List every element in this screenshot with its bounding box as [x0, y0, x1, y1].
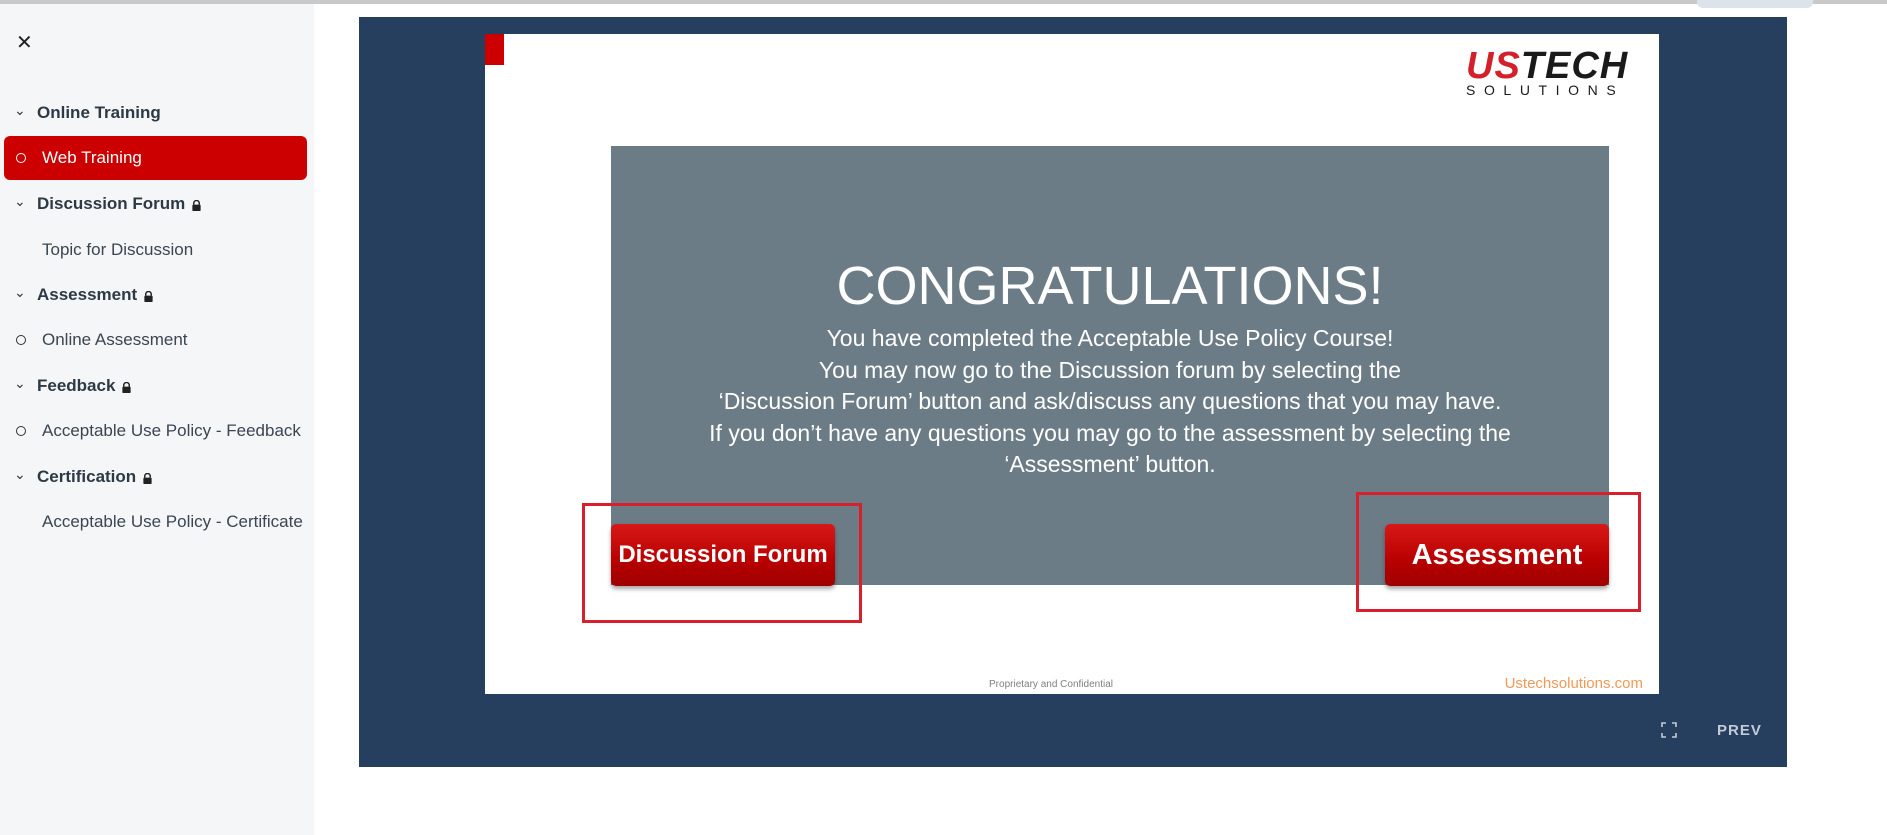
close-icon[interactable]: ✕: [16, 33, 33, 53]
section-label: Certification: [37, 467, 137, 486]
sidebar-item-label: Online Assessment: [42, 330, 188, 349]
top-right-tab[interactable]: [1697, 0, 1813, 8]
chevron-down-icon: [14, 287, 28, 304]
sidebar-item-aup-certificate[interactable]: Acceptable Use Policy - Certificate: [4, 500, 307, 544]
message-line: If you don’t have any questions you may …: [709, 419, 1511, 446]
section-label: Discussion Forum: [37, 194, 186, 213]
radio-icon: [16, 153, 26, 163]
logo-tech: TECH: [1520, 45, 1629, 87]
chevron-down-icon: [14, 196, 28, 213]
completion-message: You have completed the Acceptable Use Po…: [611, 323, 1609, 481]
congrats-heading: CONGRATULATIONS!: [836, 256, 1384, 316]
section-discussion-forum[interactable]: Discussion Forum: [14, 192, 202, 216]
section-label: Feedback: [37, 376, 116, 395]
sidebar-item-aup-feedback[interactable]: Acceptable Use Policy - Feedback: [4, 409, 307, 453]
message-line: ‘Discussion Forum’ button and ask/discus…: [718, 388, 1502, 414]
section-online-training[interactable]: Online Training: [14, 101, 161, 125]
lock-icon: [192, 199, 201, 211]
section-feedback[interactable]: Feedback: [14, 374, 132, 398]
message-line: You may now go to the Discussion forum b…: [818, 356, 1402, 383]
lock-icon: [122, 381, 132, 393]
chevron-down-icon: [14, 378, 28, 395]
slide-corner-accent: [485, 34, 504, 65]
section-certification[interactable]: Certification: [14, 465, 153, 489]
sidebar-item-label: Acceptable Use Policy - Feedback: [42, 421, 301, 440]
radio-icon: [16, 426, 26, 436]
sidebar-item-topic-for-discussion[interactable]: Topic for Discussion: [4, 228, 307, 272]
highlight-box-discussion: [582, 503, 862, 623]
logo-us: US: [1466, 45, 1521, 87]
footer-url: Ustechsolutions.com: [1504, 675, 1643, 692]
sidebar-item-web-training[interactable]: Web Training: [4, 136, 307, 180]
highlight-box-assessment: [1356, 492, 1641, 612]
section-label: Online Training: [37, 103, 161, 122]
chevron-down-icon: [14, 469, 28, 486]
radio-icon: [16, 335, 26, 345]
sidebar-item-label: Web Training: [42, 148, 142, 167]
chevron-down-icon: [14, 105, 28, 122]
sidebar-item-label: Acceptable Use Policy - Certificate: [42, 512, 303, 531]
section-label: Assessment: [37, 285, 138, 304]
prev-button[interactable]: PREV: [1717, 722, 1762, 739]
sidebar-item-label: Topic for Discussion: [42, 240, 194, 259]
lock-icon: [144, 290, 153, 302]
message-line: You have completed the Acceptable Use Po…: [826, 325, 1394, 351]
course-sidebar: ✕ Online Training Web Training Discussio…: [0, 4, 314, 835]
lock-icon: [143, 472, 152, 484]
section-assessment[interactable]: Assessment: [14, 283, 154, 307]
fullscreen-icon[interactable]: [1661, 722, 1677, 738]
ustech-logo: USTECH SOLUTIONS: [1466, 47, 1638, 97]
sidebar-item-online-assessment[interactable]: Online Assessment: [4, 318, 307, 362]
logo-sub: SOLUTIONS: [1466, 82, 1625, 98]
message-line: ‘Assessment’ button.: [1004, 451, 1216, 477]
footer-confidential: Proprietary and Confidential: [989, 679, 1113, 690]
